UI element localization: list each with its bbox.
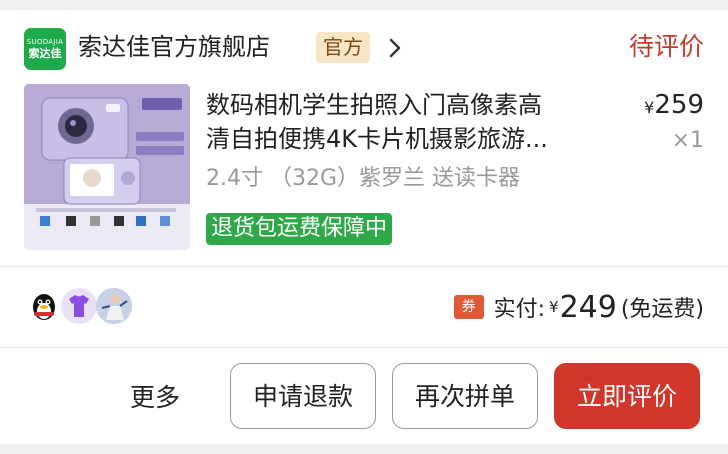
divider bbox=[0, 266, 728, 267]
more-button[interactable]: 更多 bbox=[130, 380, 180, 416]
shop-header[interactable]: SUODAJIA 索达佳 索达佳官方旗舰店 官方 待评价 bbox=[0, 10, 728, 84]
return-shipping-guarantee-badge[interactable]: 退货包运费保障中 bbox=[206, 213, 393, 245]
order-card: SUODAJIA 索达佳 索达佳官方旗舰店 官方 待评价 数码相机学生拍照入门高… bbox=[0, 10, 728, 444]
product-spec: 2.4寸 （32G）紫罗兰 送读卡器 bbox=[206, 166, 521, 191]
shipping-note: (免运费) bbox=[620, 297, 704, 322]
divider bbox=[0, 347, 728, 348]
shop-logo-text-en: SUODAJIA bbox=[26, 37, 64, 46]
paid-label: 实付: bbox=[493, 297, 546, 322]
payment-summary: 券 实付: ¥ 249 (免运费) bbox=[453, 289, 704, 325]
chevron-right-icon[interactable] bbox=[386, 37, 404, 59]
unit-price: ¥259 bbox=[644, 88, 704, 125]
product-title[interactable]: 数码相机学生拍照入门高像素高 清自拍便携4K卡片机摄影旅游... bbox=[206, 88, 610, 156]
reorder-button[interactable]: 再次拼单 bbox=[392, 363, 538, 429]
apply-refund-button[interactable]: 申请退款 bbox=[230, 363, 376, 429]
unit-price-currency: ¥ bbox=[644, 98, 655, 117]
unit-price-value: 259 bbox=[654, 90, 704, 120]
qq-penguin-icon bbox=[26, 288, 62, 324]
shop-name[interactable]: 索达佳官方旗舰店 bbox=[78, 29, 270, 65]
coupon-icon[interactable]: 券 bbox=[453, 295, 484, 319]
official-badge: 官方 bbox=[316, 32, 370, 63]
product-title-line-1: 数码相机学生拍照入门高像素高 bbox=[206, 91, 542, 119]
tshirt-icon bbox=[61, 288, 97, 324]
quantity: ×1 bbox=[671, 128, 704, 153]
paid-currency: ¥ bbox=[549, 298, 559, 316]
shop-logo[interactable]: SUODAJIA 索达佳 bbox=[24, 28, 66, 70]
review-now-button[interactable]: 立即评价 bbox=[554, 363, 700, 429]
paid-amount: 249 bbox=[559, 289, 617, 325]
shop-logo-text-cn: 索达佳 bbox=[28, 46, 62, 60]
order-status: 待评价 bbox=[628, 32, 704, 61]
product-image[interactable] bbox=[24, 84, 190, 250]
product-title-line-2: 清自拍便携4K卡片机摄影旅游... bbox=[206, 125, 548, 153]
avatar-photo-icon bbox=[96, 288, 132, 324]
camera-product-picture bbox=[24, 84, 190, 250]
